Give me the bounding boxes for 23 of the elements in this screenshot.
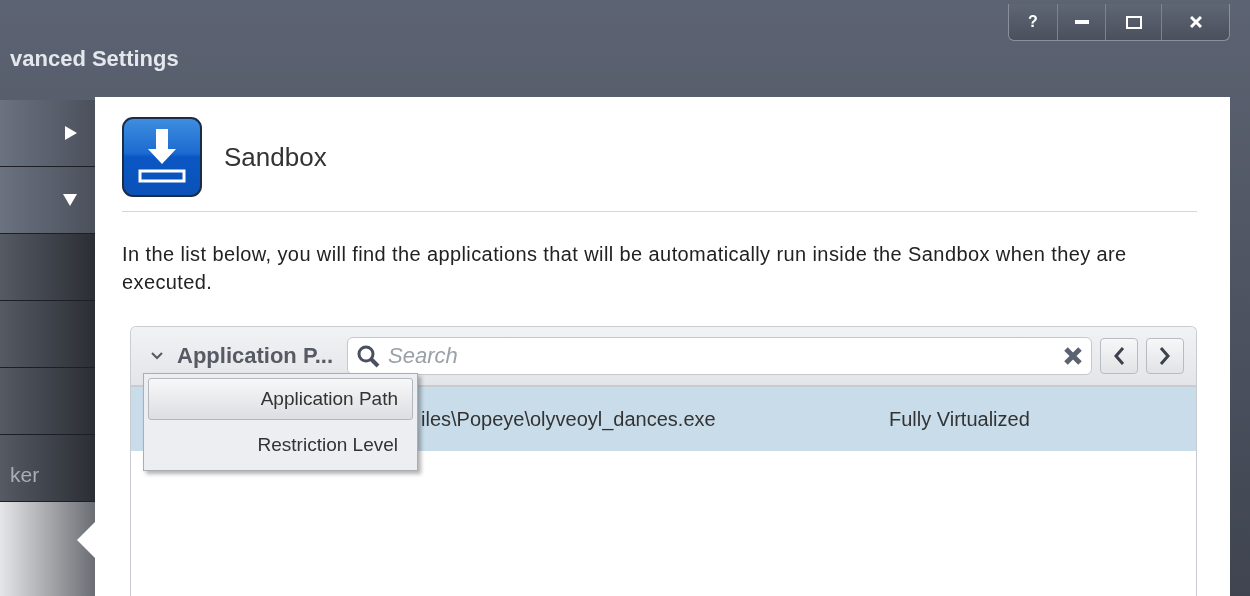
triangle-down-icon xyxy=(63,194,77,206)
chevron-down-icon xyxy=(151,352,163,360)
previous-button[interactable] xyxy=(1100,338,1138,374)
chevron-left-icon xyxy=(1113,346,1125,366)
clear-icon[interactable] xyxy=(1063,346,1083,366)
close-icon xyxy=(1189,16,1202,28)
description-text: In the list below, you will find the applications that will be automatically run inside the Sandbox when they are executed. xyxy=(122,242,1128,295)
chevron-right-icon xyxy=(1159,346,1171,366)
sidebar-label: ker xyxy=(10,463,40,487)
section-title: Sandbox xyxy=(224,141,327,173)
next-button[interactable] xyxy=(1146,338,1184,374)
table-cell: Fully Virtualized xyxy=(889,407,1030,431)
minimize-icon xyxy=(1074,20,1089,24)
maximize-icon xyxy=(1125,15,1142,29)
search-icon xyxy=(356,344,381,368)
menu-item[interactable]: Application Path xyxy=(148,378,413,420)
download-tray-icon xyxy=(122,117,202,197)
triangle-right-icon xyxy=(65,126,77,140)
search-bar[interactable]: Search xyxy=(347,337,1092,375)
column-selector[interactable]: Application P... xyxy=(145,343,340,369)
table-cell-text: iles\Popeye\olyveoyl_dances.exe xyxy=(420,407,717,431)
window-title: vanced Settings xyxy=(10,46,179,72)
sidebar-item[interactable]: ker xyxy=(0,435,95,502)
